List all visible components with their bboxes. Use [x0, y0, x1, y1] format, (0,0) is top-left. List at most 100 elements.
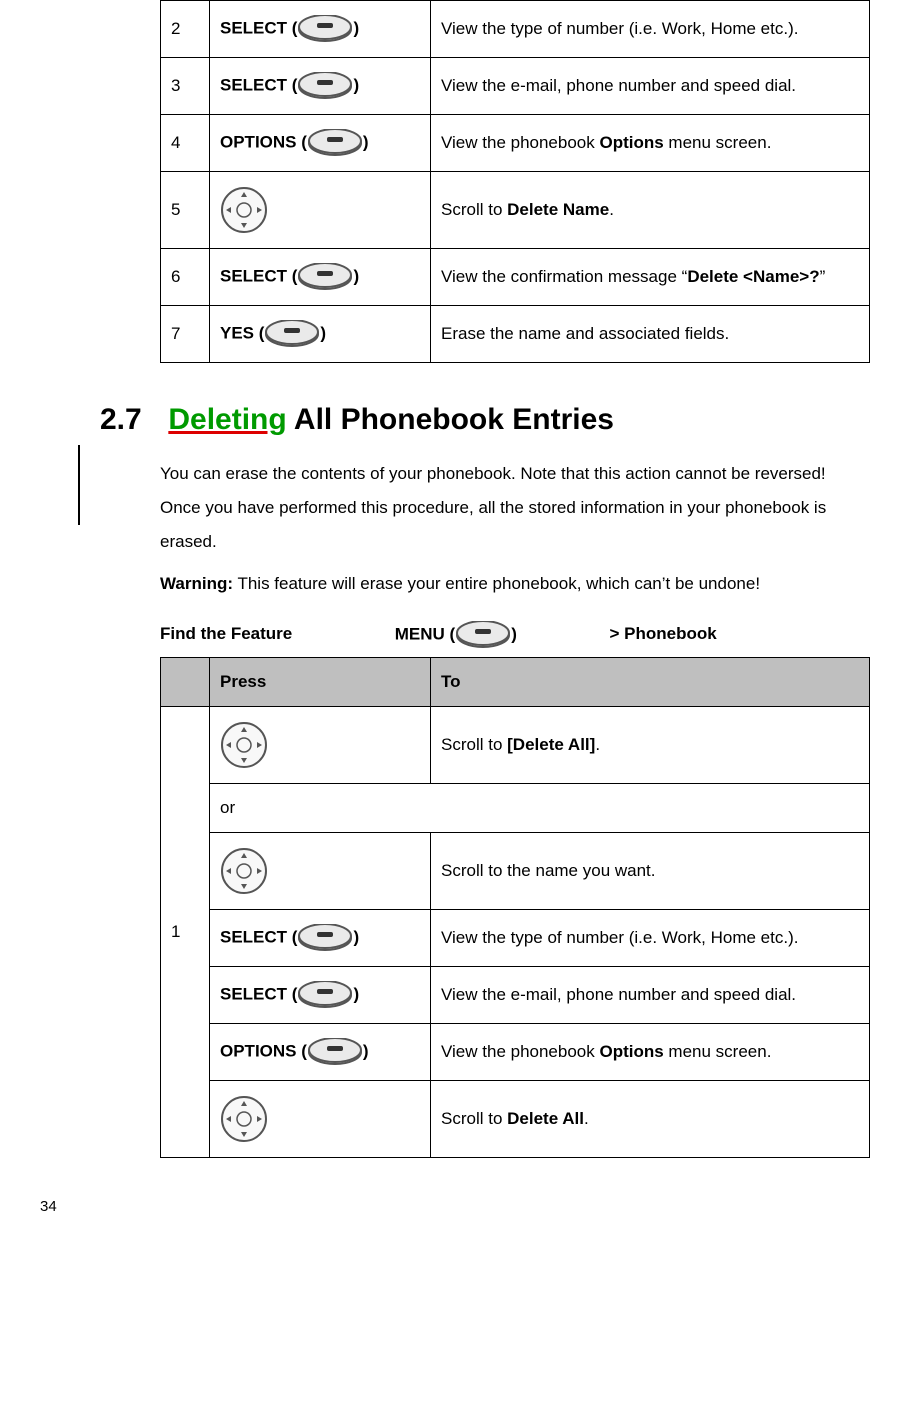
section-title-deleting: Deleting [168, 403, 286, 436]
section-heading: 2.7 Deleting All Phonebook Entries [100, 403, 863, 437]
to-cell: View the phonebook Options menu screen. [431, 115, 870, 172]
press-label: SELECT ( [220, 927, 297, 946]
to-text: View the e-mail, phone number and speed … [441, 76, 796, 95]
press-cell: SELECT () [210, 1, 431, 58]
table-row: Scroll to the name you want. [161, 833, 870, 910]
table-row: or [161, 784, 870, 833]
document-page: 2SELECT ()View the type of number (i.e. … [0, 0, 923, 1255]
to-cell: View the confirmation message “Delete <N… [431, 249, 870, 306]
table-row: SELECT () View the type of number (i.e. W… [161, 910, 870, 967]
to-text: View the phonebook [441, 1042, 599, 1061]
warning-label: Warning: [160, 574, 233, 593]
change-bar [78, 445, 80, 525]
to-text: View the type of number (i.e. Work, Home… [441, 928, 798, 947]
softkey-icon [307, 129, 363, 157]
softkey-icon [307, 1038, 363, 1066]
to-text: Scroll to [441, 1109, 507, 1128]
press-label: SELECT ( [220, 75, 297, 94]
table-row: 6SELECT ()View the confirmation message … [161, 249, 870, 306]
press-cell: SELECT () [210, 967, 431, 1024]
section-number: 2.7 [100, 403, 160, 437]
table-header-to: To [431, 658, 870, 707]
page-number: 34 [40, 1198, 863, 1215]
softkey-icon [264, 320, 320, 348]
to-text: ” [820, 267, 826, 286]
to-text: menu screen. [664, 133, 772, 152]
press-label: SELECT ( [220, 266, 297, 285]
to-cell: View the type of number (i.e. Work, Home… [431, 1, 870, 58]
to-text: Scroll to [441, 200, 507, 219]
nav-icon [220, 186, 268, 234]
to-text: View the e-mail, phone number and speed … [441, 985, 796, 1004]
to-cell: Scroll to Delete Name. [431, 172, 870, 249]
press-cell [210, 707, 431, 784]
press-cell: SELECT () [210, 249, 431, 306]
step-number: 5 [161, 172, 210, 249]
table-row: 3SELECT ()View the e-mail, phone number … [161, 58, 870, 115]
or-cell: or [210, 784, 870, 833]
table-header-press: Press [210, 658, 431, 707]
table-row: 7YES () Erase the name and associated fie… [161, 306, 870, 363]
softkey-icon [297, 263, 353, 291]
press-label: SELECT ( [220, 18, 297, 37]
press-cell [210, 172, 431, 249]
to-cell: View the phonebook Options menu screen. [431, 1024, 870, 1081]
to-cell: Scroll to Delete All. [431, 1081, 870, 1158]
to-text: . [609, 200, 614, 219]
to-text: . [584, 1109, 589, 1128]
to-text: Scroll to [441, 735, 507, 754]
table-header-blank [161, 658, 210, 707]
press-cell: OPTIONS () [210, 115, 431, 172]
table-row: 4OPTIONS ()View the phonebook Options me… [161, 115, 870, 172]
softkey-icon [297, 924, 353, 952]
body-paragraph: You can erase the contents of your phone… [160, 457, 863, 559]
press-cell [210, 833, 431, 910]
table-row: Scroll to Delete All. [161, 1081, 870, 1158]
to-text: View the confirmation message “ [441, 267, 687, 286]
step-number: 2 [161, 1, 210, 58]
to-text: . [595, 735, 600, 754]
table-row: OPTIONS ()View the phonebook Options men… [161, 1024, 870, 1081]
table-row: SELECT () View the e-mail, phone number a… [161, 967, 870, 1024]
to-text-bold: Options [599, 133, 663, 152]
to-text: Scroll to the name you want. [441, 861, 656, 880]
find-feature-breadcrumb: > Phonebook [609, 624, 716, 644]
to-text-bold: [Delete All] [507, 735, 595, 754]
press-label: SELECT ( [220, 984, 297, 1003]
press-cell: SELECT () [210, 58, 431, 115]
press-label: OPTIONS ( [220, 1041, 307, 1060]
softkey-icon [455, 621, 511, 649]
table-row: 5 Scroll to Delete Name. [161, 172, 870, 249]
find-feature-label: Find the Feature [160, 624, 390, 644]
press-cell [210, 1081, 431, 1158]
press-cell: OPTIONS () [210, 1024, 431, 1081]
steps-table-1: 2SELECT ()View the type of number (i.e. … [160, 0, 870, 363]
press-cell: SELECT () [210, 910, 431, 967]
nav-icon [220, 847, 268, 895]
step-number: 7 [161, 306, 210, 363]
section-title-rest: All Phonebook Entries [287, 403, 614, 436]
step-number: 4 [161, 115, 210, 172]
to-cell: View the type of number (i.e. Work, Home… [431, 910, 870, 967]
warning-text: This feature will erase your entire phon… [233, 574, 760, 593]
softkey-icon [297, 15, 353, 43]
press-label: YES ( [220, 323, 264, 342]
warning-paragraph: Warning: This feature will erase your en… [160, 567, 863, 601]
to-text: View the type of number (i.e. Work, Home… [441, 19, 798, 38]
nav-icon [220, 1095, 268, 1143]
softkey-icon [297, 981, 353, 1009]
menu-label: MENU [395, 624, 445, 643]
press-label: OPTIONS ( [220, 132, 307, 151]
to-text: Erase the name and associated fields. [441, 324, 729, 343]
softkey-icon [297, 72, 353, 100]
to-cell: View the e-mail, phone number and speed … [431, 58, 870, 115]
to-text-bold: Delete Name [507, 200, 609, 219]
steps-table-2: Press To 1Scroll to [Delete All].orScrol… [160, 657, 870, 1158]
to-text-bold: Options [599, 1042, 663, 1061]
to-cell: Erase the name and associated fields. [431, 306, 870, 363]
to-cell: Scroll to [Delete All]. [431, 707, 870, 784]
press-cell: YES () [210, 306, 431, 363]
to-cell: Scroll to the name you want. [431, 833, 870, 910]
step-number: 6 [161, 249, 210, 306]
to-text-bold: Delete <Name>? [687, 267, 819, 286]
